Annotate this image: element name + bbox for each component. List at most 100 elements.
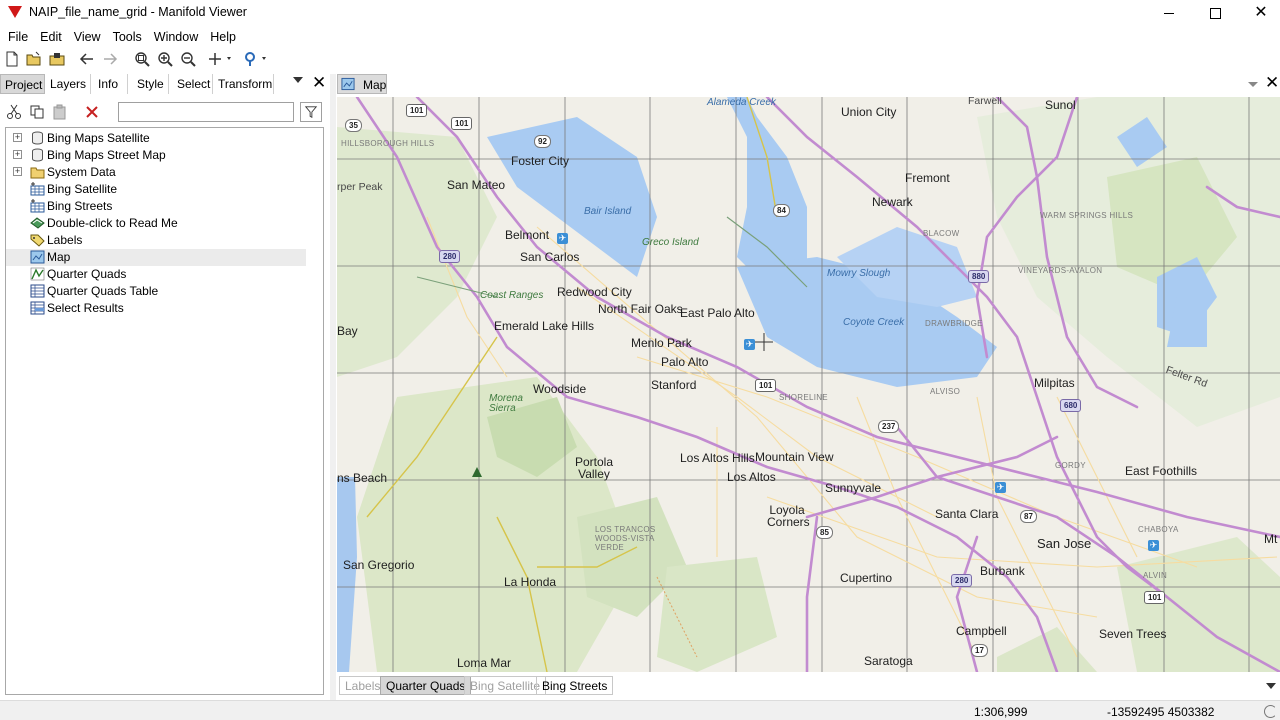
layer-tab-bing-satellite[interactable]: Bing Satellite [464, 676, 547, 695]
place-label: GORDY [1055, 461, 1086, 470]
data-source-icon [32, 148, 43, 162]
query-icon [30, 301, 45, 315]
menu-view[interactable]: View [68, 28, 107, 48]
layer-list-dropdown-icon[interactable] [1266, 683, 1276, 689]
toolbar [0, 48, 1280, 70]
maximize-button[interactable] [1192, 0, 1238, 26]
cut-icon[interactable] [5, 103, 23, 121]
place-label: Saratoga [864, 654, 913, 668]
tree-item-label: Labels [47, 233, 83, 247]
tab-project[interactable]: Project [0, 74, 45, 94]
map-tab-label: Map [363, 78, 387, 92]
highway-shield: 101 [755, 379, 777, 392]
place-label: WARM SPRINGS HILLS [1040, 211, 1134, 220]
menu-edit[interactable]: Edit [34, 28, 68, 48]
layer-tab-quarter-quads[interactable]: Quarter Quads [380, 676, 472, 695]
highway-shield: 84 [773, 204, 790, 217]
place-label: East Foothills [1125, 464, 1198, 478]
menu-tools[interactable]: Tools [107, 28, 148, 48]
tree-item-quarter-quads[interactable]: Quarter Quads [6, 266, 306, 283]
highway-shield: 280 [951, 574, 973, 587]
save-icon[interactable] [48, 50, 66, 68]
place-label: SHORELINE [779, 393, 828, 402]
tree-item-system-data[interactable]: + System Data [6, 164, 306, 181]
pane-close-icon[interactable]: ✕ [312, 73, 326, 93]
tree-item-quarter-quads-table[interactable]: Quarter Quads Table [6, 283, 306, 300]
place-label: Union City [841, 105, 897, 119]
airport-icon: ✈ [557, 233, 568, 244]
expand-icon[interactable]: + [13, 133, 22, 142]
highway-shield: 87 [1020, 510, 1037, 523]
highway-shield: 17 [971, 644, 988, 657]
zoom-fit-icon[interactable] [133, 50, 151, 68]
copy-icon[interactable] [28, 103, 46, 121]
place-label: Los Altos Hills [680, 451, 755, 465]
tree-item-label: System Data [47, 165, 116, 179]
place-label: Burbank [980, 564, 1025, 578]
project-filter-input[interactable] [118, 102, 294, 122]
highway-shield: 92 [534, 135, 551, 148]
place-label: Stanford [651, 378, 697, 392]
place-label: Bay [337, 324, 358, 338]
forward-icon[interactable] [101, 50, 119, 68]
minimize-button[interactable] [1146, 0, 1192, 26]
map-scale-readout[interactable]: 1:306,999 [974, 705, 1027, 719]
back-icon[interactable] [78, 50, 96, 68]
filter-button[interactable] [300, 102, 322, 122]
airport-icon: ✈ [995, 482, 1006, 493]
tree-item-label: Bing Maps Satellite [47, 131, 150, 145]
tree-item-read-me[interactable]: Double-click to Read Me [6, 215, 306, 232]
place-label: Belmont [505, 228, 550, 242]
place-label: San Jose [1037, 536, 1092, 551]
tree-item-bing-streets[interactable]: Bing Streets [6, 198, 306, 215]
tree-item-bing-satellite[interactable]: Bing Satellite [6, 181, 306, 198]
close-window-button[interactable]: ✕ [1238, 0, 1280, 26]
menu-help[interactable]: Help [204, 28, 242, 48]
table-icon [30, 284, 45, 298]
add-component-icon[interactable] [207, 50, 235, 68]
open-icon[interactable] [25, 50, 43, 68]
menu-file[interactable]: File [2, 28, 34, 48]
window-list-dropdown-icon[interactable] [1248, 82, 1258, 87]
tree-item-bing-maps-satellite[interactable]: + Bing Maps Satellite [6, 130, 306, 147]
tab-info[interactable]: Info [94, 74, 128, 94]
delete-icon[interactable] [83, 103, 101, 121]
filter-icon [304, 106, 318, 118]
tab-layers[interactable]: Layers [46, 74, 91, 94]
crosshair-cursor-icon [755, 333, 773, 351]
pane-menu-dropdown-icon[interactable] [293, 77, 303, 83]
zoom-in-icon[interactable] [156, 50, 174, 68]
place-label: Redwood City [557, 285, 632, 299]
maximize-icon [1209, 7, 1221, 19]
tree-item-map[interactable]: Map [6, 249, 306, 266]
tab-map-window[interactable]: Map [337, 74, 387, 94]
tab-transform[interactable]: Transform [214, 74, 274, 94]
pane-splitter[interactable] [330, 74, 336, 700]
new-icon[interactable] [3, 50, 21, 68]
place-label: Emerald Lake Hills [494, 319, 595, 333]
map-close-icon[interactable]: ✕ [1265, 73, 1279, 93]
tree-item-bing-maps-street-map[interactable]: + Bing Maps Street Map [6, 147, 306, 164]
tree-item-select-results[interactable]: Select Results [6, 300, 306, 317]
tree-item-label: Quarter Quads Table [47, 284, 159, 298]
minimize-icon [1164, 12, 1174, 14]
place-label: ALVIN [1143, 571, 1168, 580]
tab-style[interactable]: Style [133, 74, 169, 94]
cursor-coordinates-readout: -13592495 4503382 [1107, 705, 1215, 719]
paste-icon[interactable] [51, 103, 69, 121]
map-canvas[interactable]: Alameda Creek Farwell Union City Sunol H… [337, 97, 1280, 672]
place-label: rper Peak [337, 181, 383, 193]
layer-tab-bing-streets[interactable]: Bing Streets [536, 676, 614, 695]
application-window: NAIP_file_name_grid - Manifold Viewer ✕ … [0, 0, 1280, 720]
tree-item-labels[interactable]: Labels [6, 232, 306, 249]
place-label: Cupertino [840, 571, 893, 585]
expand-icon[interactable]: + [13, 167, 22, 176]
place-label: Sunnyvale [825, 481, 882, 495]
zoom-out-icon[interactable] [179, 50, 197, 68]
tab-select[interactable]: Select [173, 74, 213, 94]
close-icon: ✕ [1254, 4, 1268, 21]
menu-window[interactable]: Window [148, 28, 204, 48]
expand-icon[interactable]: + [13, 150, 22, 159]
locate-icon[interactable] [242, 50, 270, 68]
airport-icon: ✈ [1148, 540, 1159, 551]
